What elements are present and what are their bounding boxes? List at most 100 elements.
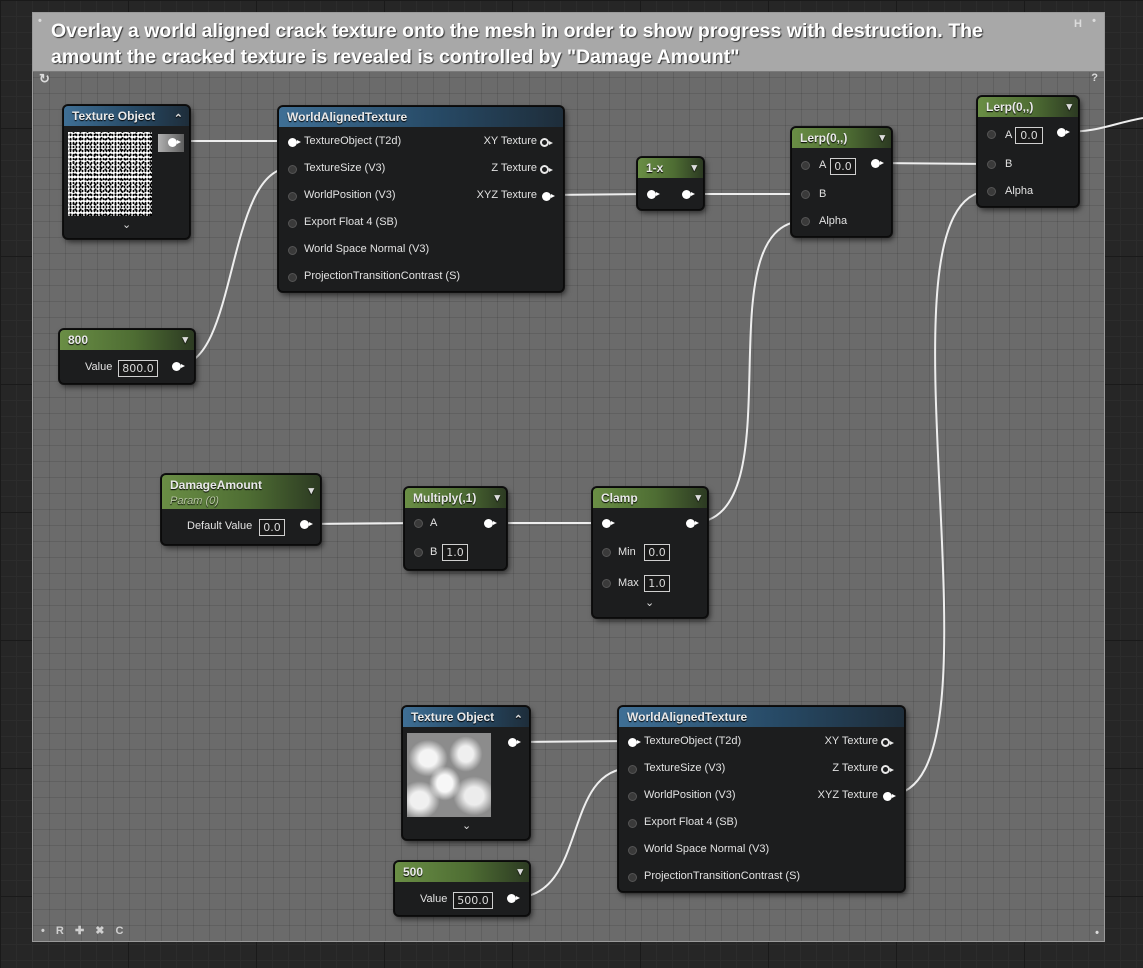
world-aligned-texture-node-2[interactable]: WorldAlignedTexture TextureObject (T2d) … — [618, 706, 905, 892]
texture-object-node-2[interactable]: Texture Object ⌃ ⌄ — [402, 706, 530, 840]
node-title: 800 — [68, 333, 89, 347]
menu-chevron-icon[interactable]: ▾ — [182, 330, 188, 350]
node-header[interactable]: Lerp(0,,) ▾ — [978, 97, 1078, 117]
input-pin[interactable] — [288, 273, 297, 282]
input-pin[interactable] — [628, 873, 637, 882]
output-pin[interactable] — [508, 738, 521, 747]
comment-title[interactable]: Overlay a world aligned crack texture on… — [51, 18, 1041, 70]
node-header[interactable]: Texture Object ⌃ — [403, 707, 529, 727]
help-icon[interactable]: ? — [1091, 72, 1098, 84]
output-pin[interactable] — [168, 138, 181, 147]
chevron-down-icon[interactable]: ⌄ — [645, 596, 654, 609]
input-pin-min[interactable] — [602, 548, 611, 557]
lerp-node-2[interactable]: Lerp(0,,) ▾ A 0.0 B Alpha — [977, 96, 1079, 207]
input-pin[interactable] — [628, 792, 637, 801]
min-value-field[interactable]: 0.0 — [644, 544, 670, 561]
output-pin[interactable] — [881, 765, 894, 774]
constant-500-node[interactable]: 500 ▾ Value 500.0 — [394, 861, 530, 916]
input-pin[interactable] — [628, 738, 641, 747]
node-header[interactable]: 800 ▾ — [60, 330, 194, 350]
refresh-icon[interactable]: ↻ — [39, 71, 50, 87]
input-pin-a[interactable] — [987, 130, 996, 139]
input-pin-b[interactable] — [987, 160, 996, 169]
max-value-field[interactable]: 1.0 — [644, 575, 670, 592]
input-label-alpha: Alpha — [1005, 185, 1034, 197]
menu-chevron-icon[interactable]: ▾ — [1066, 97, 1072, 117]
node-header[interactable]: 500 ▾ — [395, 862, 529, 882]
input-pin[interactable] — [288, 165, 297, 174]
input-pin-a[interactable] — [414, 519, 423, 528]
output-pin[interactable] — [686, 519, 699, 528]
chevron-up-icon[interactable]: ⌃ — [514, 710, 523, 730]
collapse-icon[interactable]: C — [116, 925, 126, 937]
output-pin[interactable] — [172, 362, 185, 371]
input-pin-b[interactable] — [414, 548, 423, 557]
remove-icon[interactable]: ✖ — [95, 925, 106, 937]
input-pin[interactable] — [628, 819, 637, 828]
texture-object-node-1[interactable]: Texture Object ⌃ ⌄ — [63, 105, 190, 239]
node-header[interactable]: Texture Object ⌃ — [64, 106, 189, 126]
output-pin[interactable] — [540, 138, 553, 147]
chevron-down-icon[interactable]: ⌄ — [122, 218, 131, 231]
node-title: Texture Object — [72, 109, 156, 123]
node-header[interactable]: DamageAmount Param (0) ▾ — [162, 475, 320, 509]
output-pin[interactable] — [682, 190, 695, 199]
input-pin[interactable] — [628, 846, 637, 855]
menu-chevron-icon[interactable]: ▾ — [308, 483, 314, 499]
input-pin-alpha[interactable] — [801, 217, 810, 226]
cloud-texture-preview — [407, 733, 491, 817]
comment-header[interactable]: • Overlay a world aligned crack texture … — [33, 13, 1104, 72]
node-header[interactable]: Lerp(0,,) ▾ — [792, 128, 891, 148]
input-pin[interactable] — [647, 190, 660, 199]
node-header[interactable]: Clamp ▾ — [593, 488, 707, 508]
input-pin[interactable] — [628, 765, 637, 774]
node-header[interactable]: 1-x ▾ — [638, 158, 703, 178]
output-pin[interactable] — [300, 520, 313, 529]
default-value-field[interactable]: 0.0 — [259, 519, 285, 536]
output-pin[interactable] — [484, 519, 497, 528]
menu-chevron-icon[interactable]: ▾ — [691, 158, 697, 178]
output-pin[interactable] — [881, 738, 894, 747]
damage-amount-param-node[interactable]: DamageAmount Param (0) ▾ Default Value 0… — [161, 474, 321, 545]
input-pin-a[interactable] — [801, 161, 810, 170]
input-pin[interactable] — [288, 138, 301, 147]
input-pin[interactable] — [602, 519, 615, 528]
clamp-node[interactable]: Clamp ▾ Min 0.0 Max 1.0 ⌄ — [592, 487, 708, 618]
add-icon[interactable]: ✚ — [75, 925, 86, 937]
lerp-node-1[interactable]: Lerp(0,,) ▾ A 0.0 B Alpha — [791, 127, 892, 237]
a-value-field[interactable]: 0.0 — [830, 158, 856, 175]
output-pin[interactable] — [542, 192, 555, 201]
output-label: Z Texture — [832, 762, 878, 774]
output-pin[interactable] — [540, 165, 553, 174]
output-pin[interactable] — [883, 792, 896, 801]
output-pin[interactable] — [871, 159, 884, 168]
menu-chevron-icon[interactable]: ▾ — [695, 488, 701, 508]
output-pin[interactable] — [1057, 128, 1070, 137]
node-header[interactable]: WorldAlignedTexture — [279, 107, 563, 127]
reset-icon[interactable]: R — [56, 925, 66, 937]
value-field[interactable]: 800.0 — [118, 360, 158, 377]
node-header[interactable]: WorldAlignedTexture — [619, 707, 904, 727]
menu-chevron-icon[interactable]: ▾ — [879, 128, 885, 148]
menu-chevron-icon[interactable]: ▾ — [494, 488, 500, 508]
world-aligned-texture-node-1[interactable]: WorldAlignedTexture TextureObject (T2d) … — [278, 106, 564, 292]
input-pin-max[interactable] — [602, 579, 611, 588]
input-pin[interactable] — [288, 246, 297, 255]
value-field[interactable]: 500.0 — [453, 892, 493, 909]
input-pin[interactable] — [288, 219, 297, 228]
one-minus-node[interactable]: 1-x ▾ — [637, 157, 704, 210]
menu-chevron-icon[interactable]: ▾ — [517, 862, 523, 882]
b-value-field[interactable]: 1.0 — [442, 544, 468, 561]
chevron-down-icon[interactable]: ⌄ — [462, 819, 471, 832]
node-title: Lerp(0,,) — [800, 131, 848, 145]
comment-h-glyph[interactable]: H — [1074, 18, 1082, 30]
node-header[interactable]: Multiply(,1) ▾ — [405, 488, 506, 508]
chevron-up-icon[interactable]: ⌃ — [174, 109, 183, 129]
multiply-node[interactable]: Multiply(,1) ▾ A B 1.0 — [404, 487, 507, 570]
input-pin-alpha[interactable] — [987, 187, 996, 196]
input-pin-b[interactable] — [801, 190, 810, 199]
a-value-field[interactable]: 0.0 — [1015, 127, 1043, 144]
constant-800-node[interactable]: 800 ▾ Value 800.0 — [59, 329, 195, 384]
input-pin[interactable] — [288, 192, 297, 201]
output-pin[interactable] — [507, 894, 520, 903]
